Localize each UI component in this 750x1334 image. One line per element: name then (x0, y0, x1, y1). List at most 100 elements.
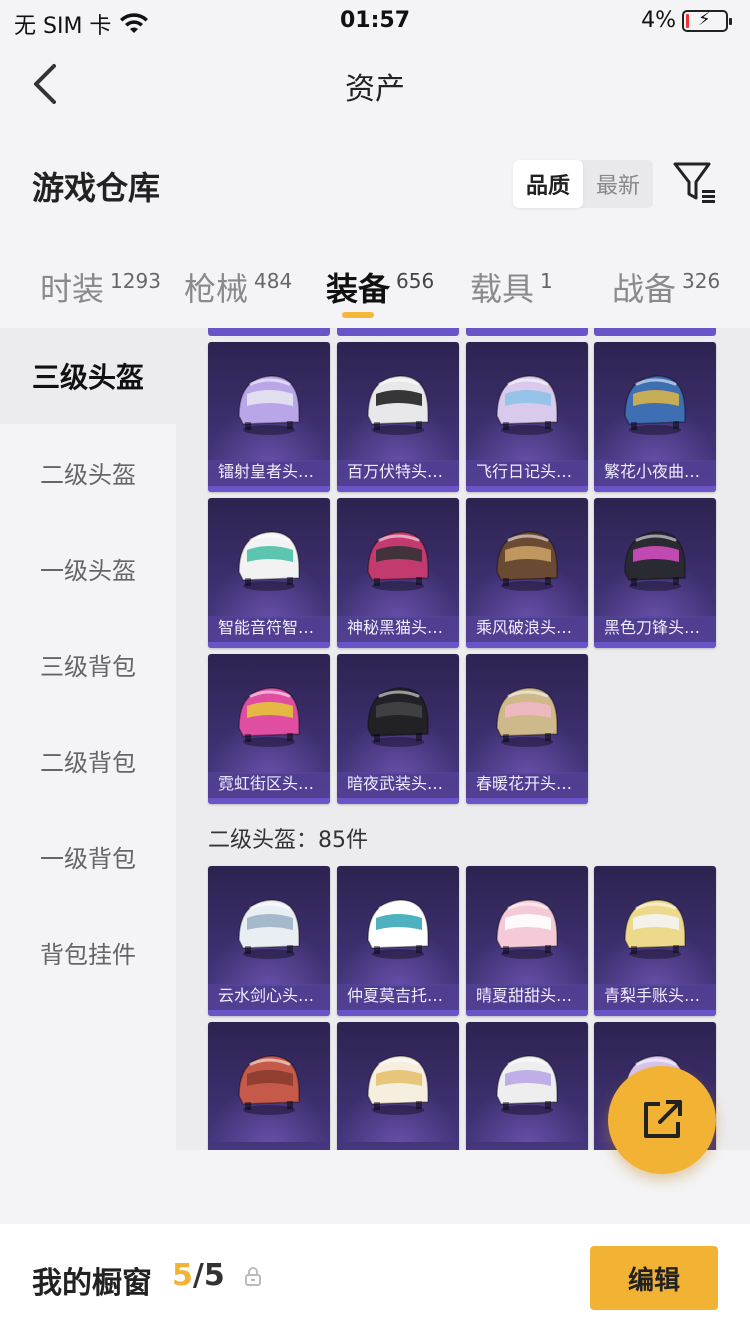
item-name: 神秘黑猫头… (347, 618, 444, 637)
showcase-bar: 我的橱窗 5/5 编辑 (0, 1224, 750, 1334)
item-card[interactable]: 飞行日记头… (466, 342, 588, 492)
edit-button[interactable]: 编辑 (590, 1246, 718, 1310)
tab-equipment[interactable]: 装备 656 (326, 264, 434, 310)
item-card[interactable]: 暗夜武装头… (337, 654, 459, 804)
item-card[interactable]: 百万伏特头… (337, 342, 459, 492)
section-label-level2: 二级头盔：85件 (208, 828, 368, 853)
tab-weapons[interactable]: 枪械 484 (184, 264, 292, 310)
sidebar-item-level3-helmet[interactable]: 三级头盔 (0, 328, 176, 424)
card-edge (208, 798, 330, 804)
filter-button[interactable] (672, 160, 718, 206)
item-card[interactable]: 神秘黑猫头… (337, 498, 459, 648)
sort-quality-button[interactable]: 品质 (513, 160, 583, 208)
tab-label: 装备 (326, 270, 391, 308)
item-card[interactable]: 霓虹街区头… (208, 654, 330, 804)
showcase-total: /5 (192, 1258, 225, 1293)
card-edge (337, 798, 459, 804)
share-button[interactable] (608, 1066, 716, 1174)
card-edge (594, 642, 716, 648)
card-edge (337, 642, 459, 648)
helmet-icon (496, 531, 558, 591)
helmet-icon (238, 531, 300, 591)
card-peek (466, 328, 588, 336)
item-card[interactable]: 云水剑心头… (208, 866, 330, 1016)
helmet-icon (238, 375, 300, 435)
helmet-icon (624, 375, 686, 435)
item-name: 仲夏莫吉托… (347, 986, 444, 1005)
tab-vehicles[interactable]: 载具 1 (470, 264, 553, 310)
card-edge (208, 1010, 330, 1016)
filter-icon (673, 162, 715, 203)
sort-latest-button[interactable]: 最新 (583, 160, 653, 208)
sidebar-item-level2-backpack[interactable]: 二级背包 (0, 712, 176, 808)
item-name: 春暖花开头… (476, 774, 573, 793)
helmet-icon (496, 687, 558, 747)
item-card[interactable]: 智能音符智… (208, 498, 330, 648)
showcase-current: 5 (172, 1258, 193, 1293)
sidebar: 三级头盔 二级头盔 一级头盔 三级背包 二级背包 一级背包 背包挂件 (0, 328, 176, 1150)
sidebar-item-level1-backpack[interactable]: 一级背包 (0, 808, 176, 904)
page-title: 资产 (345, 72, 405, 107)
item-name: 霓虹街区头… (218, 774, 315, 793)
item-name: 晴夏甜甜头… (476, 986, 573, 1005)
tab-count: 484 (254, 269, 293, 293)
card-edge (594, 486, 716, 492)
item-card[interactable]: 仲夏莫吉托… (337, 866, 459, 1016)
item-name: 百万伏特头… (347, 462, 444, 481)
item-card[interactable]: 镭射皇者头… (208, 342, 330, 492)
item-card[interactable]: 春暖花开头… (466, 654, 588, 804)
showcase-count: 5/5 (172, 1258, 225, 1293)
external-link-icon (644, 1100, 682, 1138)
battery-group: 4% ⚡ (641, 8, 732, 33)
helmet-icon (367, 899, 429, 959)
helmet-icon (238, 899, 300, 959)
helmet-icon (496, 1055, 558, 1115)
status-time: 01:57 (339, 8, 411, 33)
card-edge (466, 1010, 588, 1016)
tab-fashion[interactable]: 时装 1293 (40, 264, 161, 310)
item-card[interactable]: 晴夏甜甜头… (466, 866, 588, 1016)
item-name: 乘风破浪头… (476, 618, 573, 637)
item-card[interactable] (466, 1022, 588, 1150)
sidebar-item-level1-helmet[interactable]: 一级头盔 (0, 520, 176, 616)
card-peek (337, 328, 459, 336)
helmet-icon (238, 1055, 300, 1115)
status-bar: 无 SIM 卡 01:57 4% ⚡ (0, 0, 750, 44)
item-list[interactable]: 镭射皇者头… 百万伏特头… 飞行日记头… 繁花小夜曲… 智能音符智… 神秘黑猫头… 乘风破浪… (176, 328, 750, 1150)
item-name: 繁花小夜曲… (604, 462, 701, 481)
card-edge (466, 642, 588, 648)
helmet-icon (624, 899, 686, 959)
card-peek (594, 328, 716, 336)
card-edge (208, 642, 330, 648)
tab-count: 1293 (110, 269, 161, 293)
tab-label: 时装 (40, 270, 105, 308)
card-edge (466, 798, 588, 804)
helmet-icon (367, 375, 429, 435)
item-name: 暗夜武装头… (347, 774, 444, 793)
tab-count: 1 (540, 269, 553, 293)
item-name: 飞行日记头… (476, 462, 573, 481)
sidebar-item-level2-helmet[interactable]: 二级头盔 (0, 424, 176, 520)
sidebar-item-level3-backpack[interactable]: 三级背包 (0, 616, 176, 712)
item-card[interactable] (337, 1022, 459, 1150)
helmet-icon (367, 1055, 429, 1115)
item-name: 云水剑心头… (218, 986, 315, 1005)
tab-label: 枪械 (184, 270, 249, 308)
item-card[interactable] (208, 1022, 330, 1150)
item-card[interactable]: 黑色刀锋头… (594, 498, 716, 648)
tab-gear[interactable]: 战备 326 (612, 264, 720, 310)
card-peek (208, 328, 330, 336)
battery-percent: 4% (641, 8, 676, 33)
item-card[interactable]: 繁花小夜曲… (594, 342, 716, 492)
helmet-icon (496, 375, 558, 435)
warehouse-title: 游戏仓库 (32, 169, 161, 207)
item-card[interactable]: 乘风破浪头… (466, 498, 588, 648)
card-edge (594, 1010, 716, 1016)
helmet-icon (496, 899, 558, 959)
item-name: 镭射皇者头… (218, 462, 315, 481)
item-card[interactable]: 青梨手账头… (594, 866, 716, 1016)
item-name: 青梨手账头… (604, 986, 701, 1005)
helmet-icon (367, 687, 429, 747)
tab-count: 656 (396, 269, 435, 293)
sidebar-item-backpack-charm[interactable]: 背包挂件 (0, 904, 176, 1000)
